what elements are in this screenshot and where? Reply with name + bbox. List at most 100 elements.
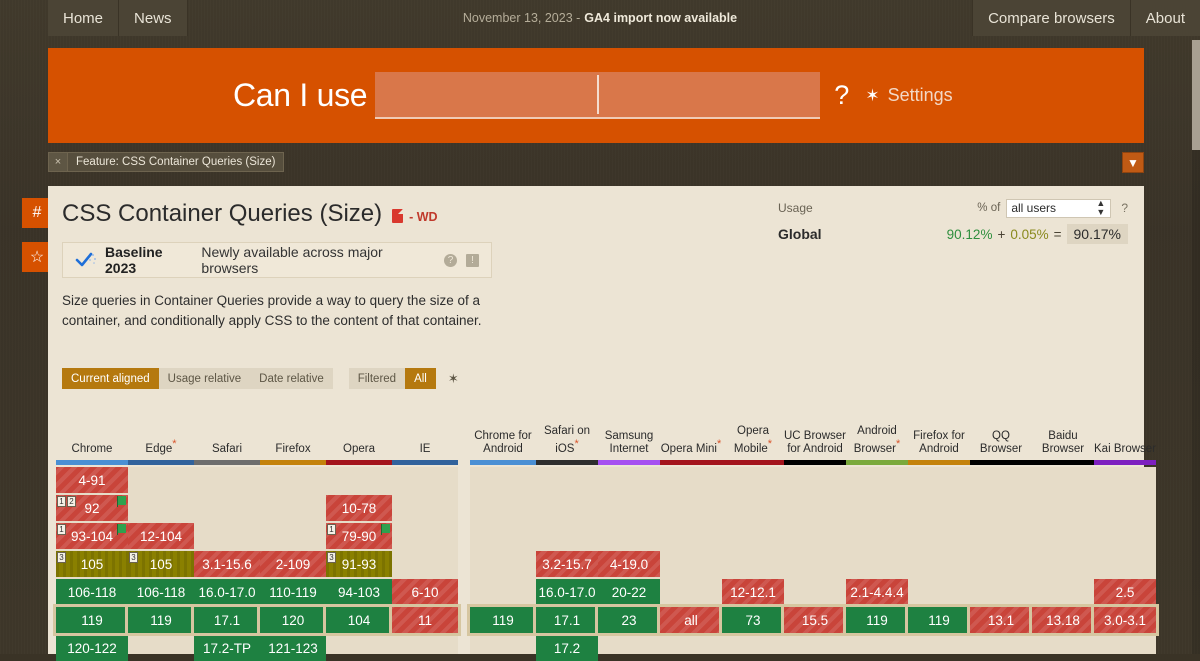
version-cell[interactable]: 4-19.0 bbox=[598, 551, 660, 577]
version-label: 17.1 bbox=[554, 613, 580, 628]
version-cell[interactable]: 23 bbox=[598, 607, 660, 633]
version-cell[interactable]: 106-118 bbox=[56, 579, 128, 605]
version-cell[interactable]: 120 bbox=[260, 607, 326, 633]
version-cell[interactable]: 17.2-TP bbox=[194, 635, 260, 661]
note-marker[interactable]: 3 bbox=[129, 552, 138, 563]
version-label: 119 bbox=[928, 613, 950, 628]
version-cell[interactable]: 13.1 bbox=[970, 607, 1032, 633]
version-cell[interactable]: 119 bbox=[56, 607, 128, 633]
prefix-required-star-icon: * bbox=[574, 438, 578, 450]
note-marker[interactable]: 3 bbox=[327, 552, 336, 563]
scrollbar-thumb[interactable] bbox=[1192, 40, 1200, 150]
version-cell[interactable]: 9212 bbox=[56, 495, 128, 521]
version-cell[interactable]: 110-119 bbox=[260, 579, 326, 605]
nav-item-home[interactable]: Home bbox=[48, 0, 119, 36]
version-cell[interactable]: 2.5 bbox=[1094, 579, 1156, 605]
version-cell[interactable]: 119 bbox=[908, 607, 970, 633]
note-markers[interactable]: 1 bbox=[327, 524, 336, 535]
usage-audience-select[interactable]: all users ▲▼ bbox=[1006, 199, 1111, 218]
toggle-filtered[interactable]: Filtered bbox=[349, 368, 405, 389]
version-cell[interactable]: 17.1 bbox=[536, 607, 598, 633]
note-markers[interactable]: 3 bbox=[57, 552, 66, 563]
gear-icon[interactable]: ✶ bbox=[448, 371, 459, 387]
version-cell[interactable]: 15.5 bbox=[784, 607, 846, 633]
filter-chip[interactable]: × Feature: CSS Container Queries (Size) bbox=[48, 152, 284, 172]
note-markers[interactable]: 1 bbox=[57, 524, 66, 535]
version-cell[interactable]: 1053 bbox=[56, 551, 128, 577]
nav-item-news[interactable]: News bbox=[119, 0, 188, 36]
version-label: 13.1 bbox=[988, 613, 1014, 628]
settings-label: Settings bbox=[888, 85, 953, 106]
column-versions: 6-1011 bbox=[392, 467, 458, 654]
version-cell[interactable]: 93-1041 bbox=[56, 523, 128, 549]
version-cell[interactable]: 119 bbox=[128, 607, 194, 633]
note-marker[interactable]: 1 bbox=[327, 524, 336, 535]
version-cell[interactable]: all bbox=[660, 607, 722, 633]
version-cell[interactable]: 6-10 bbox=[392, 579, 458, 605]
version-cell[interactable]: 104 bbox=[326, 607, 392, 633]
version-cell[interactable]: 94-103 bbox=[326, 579, 392, 605]
column-gap bbox=[458, 402, 470, 654]
toggle-date-relative[interactable]: Date relative bbox=[250, 368, 333, 389]
version-cell[interactable]: 2-109 bbox=[260, 551, 326, 577]
column-versions: 3.1-15.6 16.0-17.0 17.1 17.2-TP bbox=[194, 467, 260, 654]
version-cell[interactable]: 73 bbox=[722, 607, 784, 633]
browser-column-firefox: Firefox2-109110-119120121-123 bbox=[260, 402, 326, 654]
page-scrollbar[interactable] bbox=[1192, 40, 1200, 654]
funnel-icon[interactable]: ▼ bbox=[1122, 152, 1144, 173]
baseline-help-icon[interactable]: ? bbox=[444, 254, 457, 267]
version-cell[interactable]: 16.0-17.0 bbox=[194, 579, 260, 605]
version-cell[interactable]: 17.2 bbox=[536, 635, 598, 661]
note-markers[interactable]: 3 bbox=[327, 552, 336, 563]
note-marker[interactable]: 3 bbox=[57, 552, 66, 563]
version-cell[interactable]: 16.0-17.0 bbox=[536, 579, 598, 605]
note-marker[interactable]: 2 bbox=[67, 496, 76, 507]
close-icon[interactable]: × bbox=[49, 153, 68, 171]
version-cell[interactable]: 3.1-15.6 bbox=[194, 551, 260, 577]
version-cell[interactable]: 121-123 bbox=[260, 635, 326, 661]
page-title: CSS Container Queries (Size) bbox=[62, 200, 382, 228]
version-cell[interactable]: 79-901 bbox=[326, 523, 392, 549]
version-cell[interactable]: 3.2-15.7 bbox=[536, 551, 598, 577]
toggle-usage-relative[interactable]: Usage relative bbox=[159, 368, 251, 389]
note-marker[interactable]: 1 bbox=[57, 524, 66, 535]
note-marker[interactable]: 1 bbox=[57, 496, 66, 507]
usage-help-icon[interactable]: ? bbox=[1121, 201, 1128, 215]
help-icon[interactable]: ? bbox=[834, 80, 849, 111]
version-cell[interactable]: 2.1-4.4.4 bbox=[846, 579, 908, 605]
version-cell[interactable]: 1053 bbox=[128, 551, 194, 577]
version-cell[interactable]: 12-104 bbox=[128, 523, 194, 549]
note-markers[interactable]: 12 bbox=[57, 496, 76, 507]
news-headline-link[interactable]: GA4 import now available bbox=[584, 11, 737, 25]
version-cell[interactable]: 119 bbox=[470, 607, 536, 633]
version-label: 16.0-17.0 bbox=[198, 585, 255, 600]
version-cell[interactable]: 4-91 bbox=[56, 467, 128, 493]
search-box[interactable] bbox=[375, 72, 820, 119]
toggle-current-aligned[interactable]: Current aligned bbox=[62, 368, 159, 389]
column-header: QQ Browser bbox=[970, 402, 1032, 460]
version-cell[interactable]: 91-933 bbox=[326, 551, 392, 577]
baseline-name: Baseline 2023 bbox=[105, 244, 194, 276]
version-cell[interactable]: 3.0-3.1 bbox=[1094, 607, 1156, 633]
version-cell[interactable]: 17.1 bbox=[194, 607, 260, 633]
browser-column-ie: IE6-1011 bbox=[392, 402, 458, 654]
toggle-all[interactable]: All bbox=[405, 368, 436, 389]
version-label: 23 bbox=[621, 613, 636, 628]
settings-button[interactable]: ✶ Settings bbox=[865, 85, 952, 106]
column-versions: 2.1-4.4.4119 bbox=[846, 467, 908, 654]
version-cell[interactable]: 106-118 bbox=[128, 579, 194, 605]
spec-document-icon[interactable] bbox=[392, 209, 403, 223]
version-cell[interactable]: 13.18 bbox=[1032, 607, 1094, 633]
baseline-report-icon[interactable]: ! bbox=[466, 254, 479, 267]
version-cell[interactable]: 10-78 bbox=[326, 495, 392, 521]
version-cell[interactable]: 12-12.1 bbox=[722, 579, 784, 605]
version-cell[interactable]: 11 bbox=[392, 607, 458, 633]
nav-item-about[interactable]: About bbox=[1130, 0, 1200, 36]
version-cell[interactable]: 120-122 bbox=[56, 635, 128, 661]
version-cell[interactable]: 20-22 bbox=[598, 579, 660, 605]
column-header-label: Safari on iOS* bbox=[536, 425, 598, 456]
nav-item-compare-browsers[interactable]: Compare browsers bbox=[972, 0, 1130, 36]
version-label: 17.2-TP bbox=[203, 641, 251, 656]
version-cell[interactable]: 119 bbox=[846, 607, 908, 633]
note-markers[interactable]: 3 bbox=[129, 552, 138, 563]
